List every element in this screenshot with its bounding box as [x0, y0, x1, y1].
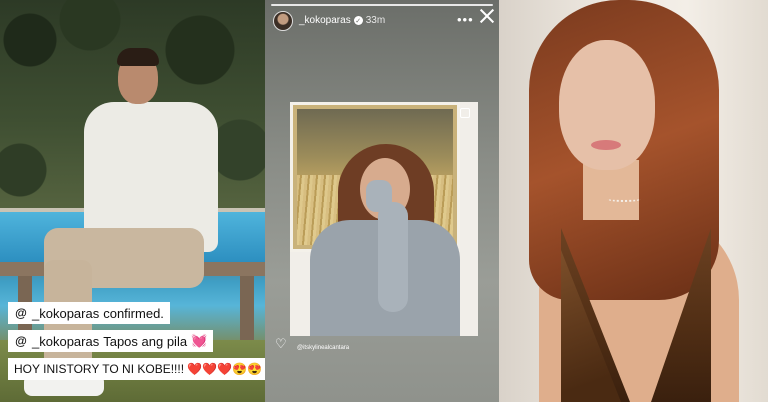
threads-icon: @ [15, 334, 27, 348]
story-progress-bar [271, 4, 493, 6]
caption-handle: _kokoparas [32, 305, 100, 321]
story-username[interactable]: _kokoparas [299, 15, 351, 26]
necklace [607, 196, 641, 202]
caption-handle: _kokoparas [32, 333, 100, 349]
story-time: 33m [365, 15, 386, 26]
caption-text: Tapos ang pila [103, 333, 188, 349]
verified-icon: ✓ [353, 16, 363, 25]
bench-leg-right [240, 276, 254, 340]
close-icon[interactable] [479, 8, 495, 24]
heart-emoji-icon: 💓 [191, 333, 208, 348]
right-photo-panel [499, 0, 768, 402]
girl-arm [378, 202, 408, 312]
caption-tapos: @ _kokoparas Tapos ang pila 💓 [8, 330, 214, 352]
caption-text: HOY INISTORY TO NI KOBE!!!! ❤️❤️❤️😍😍 [14, 362, 263, 376]
story-header: _kokoparas ✓ 33m [299, 15, 385, 26]
caption-confirmed: @ _kokoparas confirmed. [8, 302, 170, 324]
story-panel: _kokoparas ✓ 33m ••• ♡ @itskylinealcanta… [265, 0, 499, 402]
shared-post[interactable] [290, 102, 478, 336]
heart-icon[interactable]: ♡ [275, 336, 287, 352]
person-hair [117, 48, 159, 66]
caption-hoy: HOY INISTORY TO NI KOBE!!!! ❤️❤️❤️😍😍 [8, 358, 265, 380]
girl-hand [366, 180, 392, 212]
left-photo-panel: @ _kokoparas confirmed. @ _kokoparas Tap… [0, 0, 265, 402]
face [559, 40, 655, 170]
lips [591, 140, 621, 150]
multi-photo-icon [460, 108, 470, 118]
tagged-account[interactable]: @itskylinealcantara [297, 345, 349, 351]
avatar[interactable] [273, 11, 293, 31]
threads-icon: @ [15, 306, 27, 320]
more-icon[interactable]: ••• [457, 12, 474, 27]
caption-text: confirmed. [103, 305, 164, 321]
